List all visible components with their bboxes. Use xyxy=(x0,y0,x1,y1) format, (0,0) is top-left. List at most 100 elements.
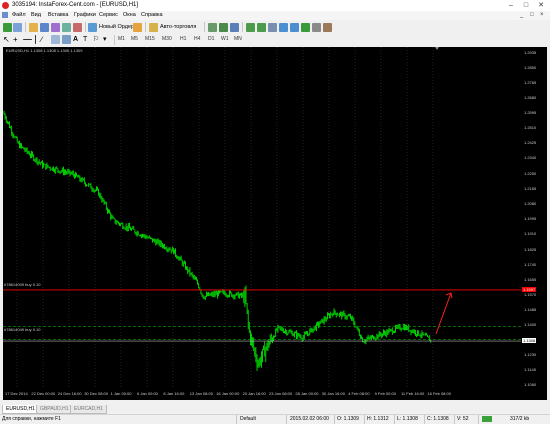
timeframe-m30[interactable]: M30 xyxy=(162,35,172,44)
status-high: H: 1.1312 xyxy=(367,416,389,422)
price-tick-label: 1.1910 xyxy=(524,231,537,237)
resistance-price-tag: 1.1597 xyxy=(522,286,537,292)
arrows-tool-icon[interactable]: ⚐ xyxy=(93,35,102,44)
chart-shift-icon[interactable] xyxy=(290,23,299,32)
new-order-icon[interactable] xyxy=(88,23,97,32)
mdi-close-button[interactable]: × xyxy=(540,12,544,18)
order-label-2[interactable]: #78614049 buy 0.10 xyxy=(4,327,40,332)
mdi-controls: _ □ × xyxy=(520,12,550,20)
menu-view[interactable]: Вид xyxy=(31,12,41,18)
window-title: 3035194: InstaForex-Cent.com - [EURUSD,H… xyxy=(12,2,139,8)
date-tick-label: 28 Jan 00:00 xyxy=(295,391,319,396)
menu-window[interactable]: Окна xyxy=(123,12,136,18)
trendline-icon[interactable]: ∕ xyxy=(41,35,50,44)
auto-scroll-icon[interactable] xyxy=(279,23,288,32)
price-tick-label: 1.2765 xyxy=(524,80,537,86)
tester-icon[interactable] xyxy=(73,23,82,32)
zoom-out-icon[interactable] xyxy=(257,23,266,32)
date-tick-label: 4 Feb 08:00 xyxy=(348,391,370,396)
menu-insert[interactable]: Вставка xyxy=(48,12,68,18)
profiles-icon[interactable] xyxy=(13,23,22,32)
date-tick-label: 24 Dec 16:00 xyxy=(57,391,82,396)
tile-windows-icon[interactable] xyxy=(268,23,277,32)
price-tick-label: 1.2935 xyxy=(524,50,537,55)
mdi-minimize-button[interactable]: _ xyxy=(520,12,523,18)
price-tick-label: 1.1400 xyxy=(524,321,537,327)
channel-icon[interactable] xyxy=(51,35,60,44)
date-tick-label: 22 Dec 00:00 xyxy=(31,391,56,396)
price-tick-label: 1.1825 xyxy=(524,246,537,252)
periods-icon[interactable] xyxy=(312,23,321,32)
line-studies-toolbar: ↖ + ∕ A T ⚐ ▾ M1 M5 M15 M30 H1 H4 D1 W1 … xyxy=(0,34,550,46)
status-low: L: 1.1308 xyxy=(397,416,418,422)
date-tick-label: 9 Feb 00:00 xyxy=(374,391,396,396)
crosshair-icon[interactable]: + xyxy=(13,35,22,44)
menu-help[interactable]: Справка xyxy=(141,12,163,18)
new-order-button[interactable]: Новый Ордер xyxy=(99,24,134,30)
new-chart-icon[interactable] xyxy=(3,23,12,32)
menu-charts[interactable]: Графики xyxy=(74,12,96,18)
timeframe-d1[interactable]: D1 xyxy=(208,35,214,44)
terminal-icon[interactable] xyxy=(62,23,71,32)
close-button[interactable]: ✕ xyxy=(534,1,548,10)
market-watch-icon[interactable] xyxy=(29,23,38,32)
arrow-annotation xyxy=(435,292,453,335)
metaeditor-icon[interactable] xyxy=(133,23,142,32)
chart-shift-marker xyxy=(435,47,439,50)
timeframe-m5[interactable]: M5 xyxy=(131,35,138,44)
text-tool-icon[interactable]: A xyxy=(73,35,82,44)
menu-file[interactable]: Файл xyxy=(12,12,26,18)
maximize-button[interactable]: □ xyxy=(519,1,533,10)
price-tick-label: 1.1570 xyxy=(524,291,537,297)
indicators-icon[interactable] xyxy=(301,23,310,32)
timeframe-w1[interactable]: W1 xyxy=(221,35,229,44)
status-volume: V: 52 xyxy=(457,416,469,422)
date-tick-label: 16 Jan 00:00 xyxy=(216,391,240,396)
mdi-restore-button[interactable]: □ xyxy=(530,12,534,18)
more-tools-icon[interactable]: ▾ xyxy=(103,35,112,44)
bar-chart-icon[interactable] xyxy=(208,23,217,32)
autotrading-button[interactable]: Авто-торговля xyxy=(160,24,196,30)
tab-eurcad-h1[interactable]: EURCAD,H1 xyxy=(70,405,107,414)
price-tick-label: 1.1485 xyxy=(524,306,537,312)
fibonacci-icon[interactable] xyxy=(62,35,71,44)
date-tick-label: 23 Jan 08:00 xyxy=(269,391,293,396)
timeframe-mn[interactable]: MN xyxy=(234,35,242,44)
price-tick-label: 1.2340 xyxy=(524,155,537,161)
navigator-icon[interactable] xyxy=(51,23,60,32)
autotrading-icon[interactable] xyxy=(149,23,158,32)
price-tick-label: 1.2165 xyxy=(524,186,537,192)
price-tick-label: 1.2250 xyxy=(524,171,537,177)
menu-tools[interactable]: Сервис xyxy=(99,12,118,18)
line-chart-icon[interactable] xyxy=(230,23,239,32)
label-tool-icon[interactable]: T xyxy=(83,35,92,44)
vertical-line-icon[interactable] xyxy=(23,39,32,40)
templates-icon[interactable] xyxy=(323,23,332,32)
timeframe-m1[interactable]: M1 xyxy=(118,35,125,44)
tab-gbpaud-h1[interactable]: GBPAUD,H1 xyxy=(36,405,73,414)
timeframe-h1[interactable]: H1 xyxy=(180,35,186,44)
price-scale[interactable]: 1.2935 1.2850 1.2765 1.2680 1.2595 1.2510 1.24… xyxy=(521,47,547,400)
data-window-icon[interactable] xyxy=(40,23,49,32)
timeframe-h4[interactable]: H4 xyxy=(194,35,200,44)
standard-toolbar: Новый Ордер Авто-торговля ⚲ xyxy=(0,20,550,52)
minimize-button[interactable]: – xyxy=(504,1,518,10)
date-tick-label: 30 Jan 16:00 xyxy=(321,391,345,396)
date-tick-label: 30 Dec 08:00 xyxy=(84,391,108,396)
cursor-icon[interactable]: ↖ xyxy=(3,35,12,44)
price-tick-label: 1.1740 xyxy=(524,261,537,267)
app-icon xyxy=(2,2,9,9)
price-tick-label: 1.1145 xyxy=(524,366,536,372)
child-window-icon[interactable] xyxy=(2,12,8,18)
chart-plot-area[interactable]: EURUSD,H1 1.1308 1.1308 1.1305 1.1309 #7… xyxy=(3,47,521,400)
zoom-in-icon[interactable] xyxy=(246,23,255,32)
date-tick-label: 17 Dec 2014 xyxy=(5,391,28,396)
price-tick-label: 1.1655 xyxy=(524,276,537,282)
date-tick-label: 8 Jan 16:00 xyxy=(163,391,185,396)
timeframe-m15[interactable]: M15 xyxy=(145,35,155,44)
horizontal-line-icon[interactable] xyxy=(35,35,36,44)
tab-eurusd-h1[interactable]: EURUSD,H1 xyxy=(2,405,39,414)
connection-status-icon xyxy=(482,416,492,422)
candlestick-chart-icon[interactable] xyxy=(219,23,228,32)
order-label-1[interactable]: #78614009 buy 0.10 xyxy=(4,282,40,287)
